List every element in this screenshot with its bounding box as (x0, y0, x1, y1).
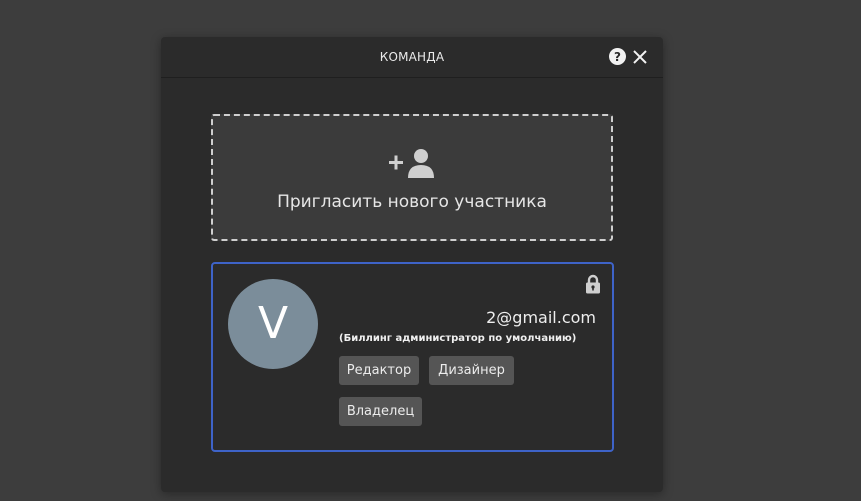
avatar: V (228, 279, 318, 369)
role-owner-button[interactable]: Владелец (339, 397, 422, 426)
invite-label: Пригласить нового участника (277, 192, 547, 212)
dialog-header: КОМАНДА ? (161, 37, 663, 78)
member-card: V 2@gmail.com (Биллинг администратор по … (211, 262, 614, 452)
help-icon[interactable]: ? (609, 48, 626, 65)
invite-new-member-button[interactable]: Пригласить нового участника (211, 114, 613, 241)
svg-text:?: ? (614, 50, 621, 64)
role-designer-button[interactable]: Дизайнер (429, 356, 514, 385)
add-user-icon (389, 149, 434, 178)
member-role-note: (Биллинг администратор по умолчанию) (339, 333, 577, 344)
lock-icon (586, 274, 600, 294)
team-dialog: КОМАНДА ? Пригласить нового участника V … (161, 37, 663, 492)
role-editor-button[interactable]: Редактор (339, 356, 419, 385)
close-icon[interactable] (632, 49, 648, 65)
dialog-title: КОМАНДА (379, 50, 445, 64)
member-email: 2@gmail.com (486, 308, 596, 327)
